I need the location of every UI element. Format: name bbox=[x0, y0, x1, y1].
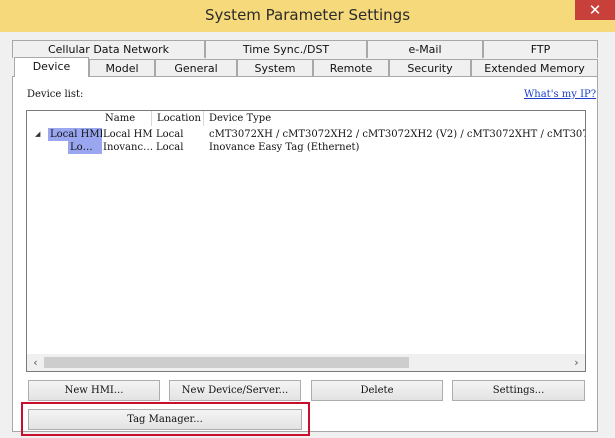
cell-location: Local bbox=[156, 142, 184, 153]
tab-model[interactable]: Model bbox=[89, 59, 155, 77]
new-hmi-button[interactable]: New HMI... bbox=[28, 380, 160, 401]
cell-device-type: Inovance Easy Tag (Ethernet) bbox=[209, 142, 360, 153]
table-row[interactable]: Lo… Inovanc… Local Inovance Easy Tag (Et… bbox=[27, 141, 585, 154]
whats-my-ip-link[interactable]: What's my IP? bbox=[524, 89, 596, 100]
tab-device[interactable]: Device bbox=[14, 57, 89, 77]
highlight-annotation bbox=[21, 402, 310, 436]
window-title: System Parameter Settings bbox=[204, 6, 411, 24]
tab-system[interactable]: System bbox=[237, 59, 313, 77]
tree-node-local-hmi[interactable]: Local HMI bbox=[48, 128, 102, 141]
column-header-location[interactable]: Location bbox=[157, 111, 201, 126]
column-header-name[interactable]: Name bbox=[105, 111, 135, 126]
title-bar[interactable]: System Parameter Settings ✕ bbox=[0, 0, 615, 32]
tree-node-child[interactable]: Lo… bbox=[68, 141, 102, 154]
column-header-device-type[interactable]: Device Type bbox=[209, 111, 271, 126]
scroll-right-icon[interactable]: › bbox=[568, 354, 585, 371]
system-parameter-settings-window: System Parameter Settings ✕ Cellular Dat… bbox=[0, 0, 615, 438]
device-list-label: Device list: bbox=[27, 89, 84, 100]
tab-extended-memory[interactable]: Extended Memory bbox=[471, 59, 598, 77]
tab-ftp[interactable]: FTP bbox=[483, 40, 598, 58]
settings-button[interactable]: Settings... bbox=[452, 380, 585, 401]
tab-general[interactable]: General bbox=[155, 59, 237, 77]
scroll-left-icon[interactable]: ‹ bbox=[27, 354, 44, 371]
scrollbar-thumb[interactable] bbox=[44, 357, 409, 368]
cell-device-type: cMT3072XH / cMT3072XH2 / cMT3072XH2 (V2)… bbox=[209, 129, 585, 140]
cell-location: Local bbox=[156, 129, 184, 140]
column-divider bbox=[151, 111, 152, 126]
column-divider bbox=[203, 111, 204, 126]
horizontal-scrollbar[interactable]: ‹ › bbox=[27, 354, 585, 371]
tab-time-sync-dst[interactable]: Time Sync./DST bbox=[205, 40, 367, 58]
tab-cellular-data-network[interactable]: Cellular Data Network bbox=[12, 40, 205, 58]
new-device-server-button[interactable]: New Device/Server... bbox=[169, 380, 301, 401]
tab-security[interactable]: Security bbox=[389, 59, 471, 77]
cell-name: Local HMI bbox=[103, 129, 153, 140]
tab-remote[interactable]: Remote bbox=[313, 59, 389, 77]
device-list[interactable]: Name Location Device Type ◢ Local HMI Lo… bbox=[26, 110, 586, 372]
table-row[interactable]: ◢ Local HMI Local HMI Local cMT3072XH / … bbox=[27, 128, 585, 141]
tab-email[interactable]: e-Mail bbox=[367, 40, 483, 58]
delete-button[interactable]: Delete bbox=[311, 380, 443, 401]
close-icon[interactable]: ✕ bbox=[575, 0, 615, 20]
expand-triangle-icon[interactable]: ◢ bbox=[35, 128, 40, 141]
cell-name: Inovanc… bbox=[103, 142, 153, 153]
